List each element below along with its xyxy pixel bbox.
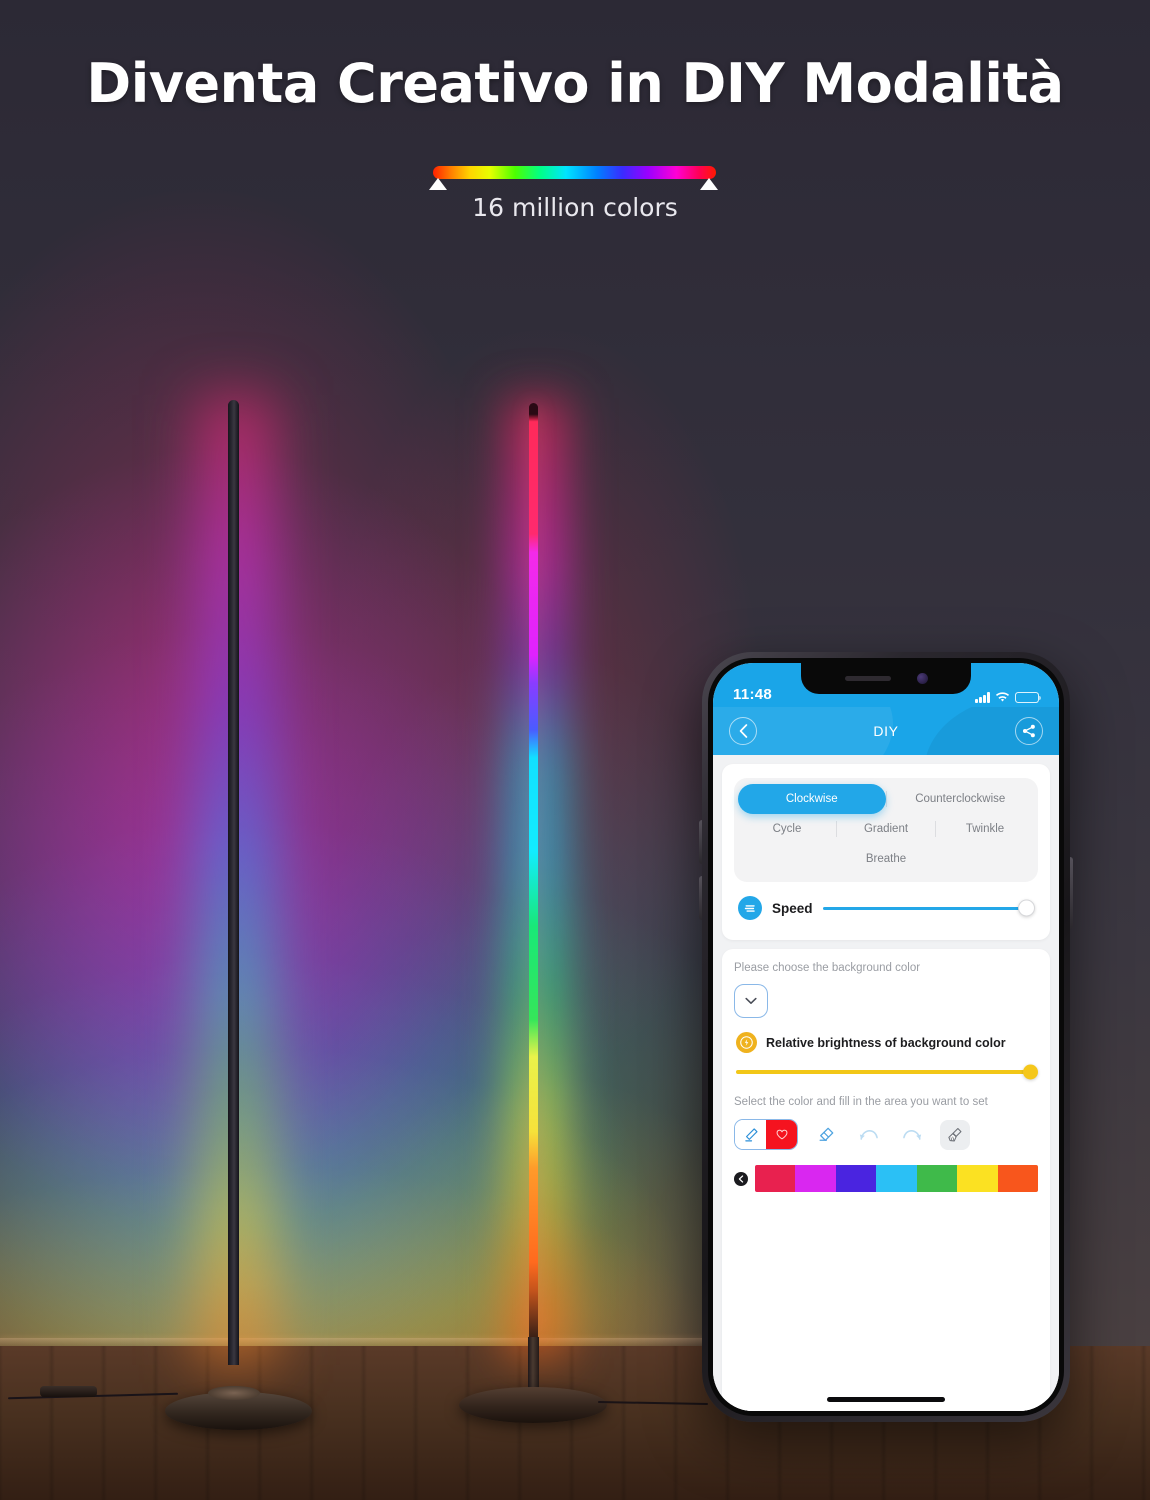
product-marketing-image: Diventa Creativo in DIY Modalità 16 mill…	[0, 0, 1150, 1500]
diy-canvas-card: Please choose the background color Relat…	[722, 949, 1050, 1411]
speed-label: Speed	[772, 900, 813, 916]
heart-icon	[776, 1129, 787, 1140]
mode-selector-group: Clockwise Counterclockwise Cycle Gradien…	[734, 778, 1038, 882]
hue-marker-right-icon	[700, 178, 718, 190]
redo-icon	[903, 1129, 922, 1140]
wifi-icon	[995, 692, 1010, 702]
color-palette-row	[734, 1165, 1038, 1192]
lamp-left-base-highlight	[208, 1386, 260, 1400]
mode-button-twinkle[interactable]: Twinkle	[936, 814, 1034, 844]
chevron-down-icon	[745, 997, 757, 1004]
page-title-diy: DIY	[873, 723, 899, 739]
lamp-left-pole	[228, 400, 239, 1365]
clean-tool-button[interactable]	[940, 1119, 970, 1150]
speed-slider-thumb[interactable]	[1018, 899, 1035, 917]
app-body: Clockwise Counterclockwise Cycle Gradien…	[713, 755, 1059, 1411]
mode-button-cycle[interactable]: Cycle	[738, 814, 836, 844]
tool-row	[734, 1119, 1038, 1150]
bulb-icon	[736, 1032, 757, 1053]
page-title: Diventa Creativo in DIY Modalità	[86, 52, 1064, 115]
pencil-icon-half	[735, 1120, 766, 1149]
home-indicator[interactable]	[827, 1397, 945, 1402]
status-icons	[975, 691, 1042, 703]
speed-slider[interactable]	[822, 899, 1035, 917]
mode-row-3: Breathe	[738, 844, 1034, 874]
brightness-label: Relative brightness of background color	[766, 1035, 1006, 1050]
lamp-right-led-strip	[529, 403, 538, 1337]
brightness-slider[interactable]	[736, 1063, 1038, 1081]
background-color-hint: Please choose the background color	[734, 962, 921, 974]
undo-icon	[859, 1129, 878, 1140]
background-color-picker[interactable]	[734, 984, 768, 1018]
smartphone-mockup: 11:48 DIY Clockwise Counterclockwise Cyc…	[699, 652, 1073, 1422]
chevron-left-icon	[739, 724, 747, 738]
brightness-slider-track	[736, 1070, 1036, 1074]
status-time: 11:48	[733, 686, 773, 703]
phone-screen: 11:48 DIY Clockwise Counterclockwise Cyc…	[713, 663, 1059, 1411]
front-camera-icon	[916, 673, 928, 684]
power-button[interactable]	[1070, 857, 1073, 929]
pencil-current-color[interactable]	[766, 1120, 797, 1149]
brightness-slider-thumb[interactable]	[1023, 1064, 1038, 1080]
color-palette[interactable]	[755, 1165, 1038, 1192]
palette-swatch[interactable]	[795, 1165, 836, 1192]
battery-icon	[1015, 691, 1042, 703]
back-button[interactable]	[729, 717, 757, 745]
effect-settings-card: Clockwise Counterclockwise Cycle Gradien…	[722, 764, 1050, 940]
speed-icon	[738, 896, 762, 920]
lamp-left-inline-switch	[40, 1386, 97, 1397]
share-icon	[1022, 724, 1035, 738]
app-header: DIY	[713, 707, 1059, 755]
earpiece-speaker	[844, 676, 891, 681]
mode-row-1: Clockwise Counterclockwise	[738, 784, 1034, 814]
mode-button-clockwise[interactable]: Clockwise	[738, 784, 886, 814]
speed-lines-icon	[744, 904, 755, 912]
undo-tool-button[interactable]	[854, 1120, 884, 1150]
palette-swatch[interactable]	[876, 1165, 917, 1192]
pencil-icon	[744, 1127, 758, 1141]
mode-row-2: Cycle Gradient Twinkle	[738, 814, 1034, 844]
redo-tool-button[interactable]	[897, 1120, 927, 1150]
eraser-tool-button[interactable]	[811, 1120, 841, 1150]
volume-down-button[interactable]	[699, 876, 702, 920]
bulb-glyph-icon	[740, 1036, 753, 1049]
volume-up-button[interactable]	[699, 820, 702, 864]
lamp-right-base	[459, 1387, 607, 1423]
headline-band: Diventa Creativo in DIY Modalità 16 mill…	[0, 0, 1150, 250]
mode-button-counterclockwise[interactable]: Counterclockwise	[887, 784, 1035, 814]
baseboard	[0, 1338, 780, 1346]
mode-button-breathe[interactable]: Breathe	[738, 844, 1034, 874]
hue-spectrum-bar	[433, 166, 716, 179]
share-button[interactable]	[1014, 717, 1043, 745]
pencil-tool-button[interactable]	[734, 1119, 798, 1150]
palette-prev-button[interactable]	[734, 1171, 748, 1186]
palette-swatch[interactable]	[997, 1165, 1038, 1192]
brush-icon	[948, 1127, 962, 1141]
select-color-hint: Select the color and fill in the area yo…	[734, 1096, 988, 1108]
eraser-icon	[819, 1127, 834, 1141]
chevron-left-small-icon	[738, 1174, 744, 1183]
cellular-signal-icon	[975, 692, 990, 703]
notch	[801, 663, 971, 694]
hue-caption: 16 million colors	[472, 193, 678, 222]
palette-swatch[interactable]	[755, 1165, 796, 1192]
hue-marker-left-icon	[429, 178, 447, 190]
phone-bezel: 11:48 DIY Clockwise Counterclockwise Cyc…	[708, 658, 1064, 1416]
brightness-row: Relative brightness of background color	[734, 1032, 1038, 1053]
status-bar: 11:48	[713, 663, 1059, 707]
mode-button-gradient[interactable]: Gradient	[837, 814, 935, 844]
palette-swatch[interactable]	[916, 1165, 958, 1192]
speed-slider-track	[822, 906, 1034, 910]
speed-control-row: Speed	[734, 882, 1038, 928]
palette-swatch[interactable]	[957, 1165, 998, 1192]
palette-swatch[interactable]	[835, 1165, 877, 1192]
